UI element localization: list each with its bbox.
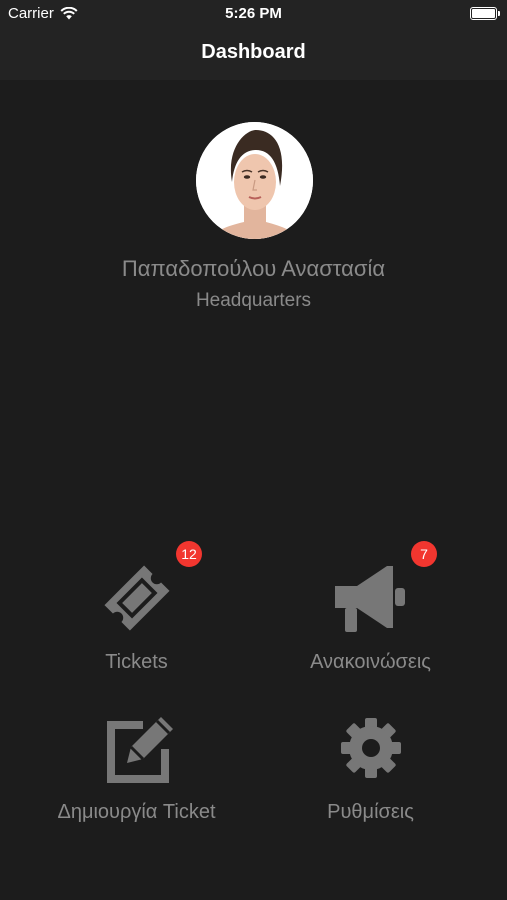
megaphone-icon	[334, 566, 405, 632]
status-bar: Carrier 5:26 PM	[0, 0, 507, 28]
settings-label: Ρυθμίσεις	[327, 801, 414, 823]
tickets-badge: 12	[176, 541, 202, 567]
tickets-icon-wrap	[10, 553, 263, 643]
announcements-icon-wrap	[244, 553, 497, 643]
tickets-button[interactable]: Tickets	[10, 553, 263, 703]
tickets-label: Tickets	[105, 651, 168, 673]
announcements-button[interactable]: Ανακοινώσεις	[244, 553, 497, 703]
settings-icon-wrap	[244, 703, 497, 793]
profile-location: Headquarters	[195, 290, 312, 311]
avatar	[196, 122, 313, 239]
announcements-label: Ανακοινώσεις	[310, 651, 431, 673]
create-ticket-label: Δημιουργία Ticket	[57, 801, 216, 823]
announcements-badge: 7	[411, 541, 437, 567]
edit-icon	[106, 717, 173, 783]
nav-bar: Dashboard	[0, 28, 507, 80]
settings-button[interactable]: Ρυθμίσεις	[244, 703, 497, 853]
status-time: 5:26 PM	[225, 5, 282, 22]
avatar-portrait	[196, 122, 313, 239]
battery-icon	[470, 7, 500, 20]
profile-name: Παπαδοπούλου Αναστασία	[121, 256, 386, 281]
ticket-icon	[103, 565, 170, 631]
create-ticket-button[interactable]: Δημιουργία Ticket	[10, 703, 263, 853]
gear-icon	[340, 718, 401, 778]
create-ticket-icon-wrap	[10, 703, 263, 793]
page-title: Dashboard	[201, 41, 306, 63]
